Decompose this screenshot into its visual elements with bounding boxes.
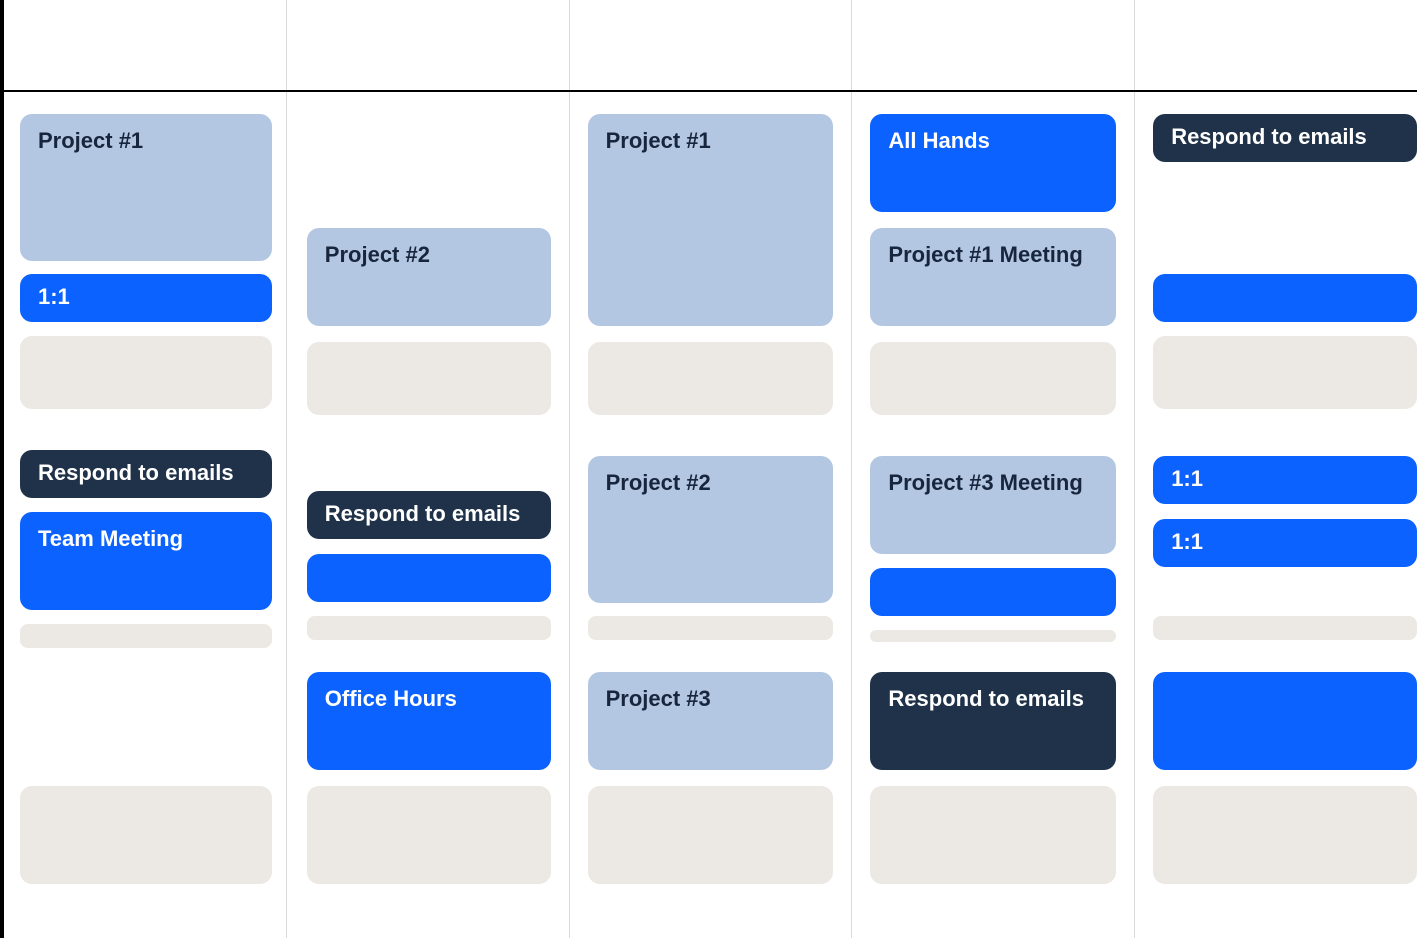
calendar-header-row <box>4 0 1417 92</box>
calendar-event[interactable]: 1:1 <box>1153 456 1417 504</box>
day-header <box>570 0 853 90</box>
day-header <box>287 0 570 90</box>
calendar-event[interactable]: Office Hours <box>307 672 551 770</box>
calendar-event[interactable] <box>307 342 551 415</box>
calendar-event[interactable] <box>870 342 1116 415</box>
calendar-event[interactable]: Respond to emails <box>870 672 1116 770</box>
day-header <box>852 0 1135 90</box>
calendar-body: Project #1 1:1 Respond to emails Team Meeti… <box>4 92 1417 938</box>
calendar-event[interactable] <box>1153 786 1417 884</box>
day-column[interactable]: Respond to emails 1:1 1:1 <box>1135 92 1417 938</box>
calendar-event[interactable] <box>1153 616 1417 640</box>
calendar-event[interactable]: All Hands <box>870 114 1116 212</box>
calendar-event[interactable]: 1:1 <box>20 274 272 322</box>
calendar-event[interactable]: Respond to emails <box>20 450 272 498</box>
calendar-event[interactable] <box>870 630 1116 642</box>
calendar-event[interactable] <box>1153 336 1417 409</box>
calendar-event[interactable]: Project #3 Meeting <box>870 456 1116 554</box>
calendar-week-view: Project #1 1:1 Respond to emails Team Meeti… <box>0 0 1417 938</box>
calendar-event[interactable] <box>588 342 834 415</box>
calendar-event[interactable]: Project #1 <box>588 114 834 326</box>
day-column[interactable]: All Hands Project #1 Meeting Project #3 Me… <box>852 92 1135 938</box>
calendar-event[interactable] <box>307 616 551 640</box>
calendar-event[interactable]: Project #1 Meeting <box>870 228 1116 326</box>
calendar-event[interactable] <box>870 568 1116 616</box>
calendar-event[interactable] <box>870 786 1116 884</box>
calendar-event[interactable]: Respond to emails <box>307 491 551 539</box>
calendar-event[interactable] <box>588 616 834 640</box>
calendar-event[interactable]: Team Meeting <box>20 512 272 610</box>
calendar-event[interactable]: Respond to emails <box>1153 114 1417 162</box>
calendar-event[interactable] <box>307 554 551 602</box>
day-column[interactable]: Project #1 Project #2 Project #3 <box>570 92 853 938</box>
calendar-event[interactable]: Project #1 <box>20 114 272 261</box>
calendar-event[interactable] <box>588 786 834 884</box>
day-header <box>1135 0 1417 90</box>
day-column[interactable]: Project #2 Respond to emails Office Hours <box>287 92 570 938</box>
calendar-event[interactable]: Project #2 <box>307 228 551 326</box>
day-header <box>4 0 287 90</box>
calendar-event[interactable]: Project #3 <box>588 672 834 770</box>
calendar-event[interactable] <box>1153 274 1417 322</box>
day-column[interactable]: Project #1 1:1 Respond to emails Team Meeti… <box>4 92 287 938</box>
calendar-event[interactable]: 1:1 <box>1153 519 1417 567</box>
calendar-event[interactable]: Project #2 <box>588 456 834 603</box>
calendar-event[interactable] <box>20 624 272 648</box>
calendar-event[interactable] <box>307 786 551 884</box>
calendar-event[interactable] <box>20 786 272 884</box>
calendar-event[interactable] <box>1153 672 1417 770</box>
calendar-event[interactable] <box>20 336 272 409</box>
